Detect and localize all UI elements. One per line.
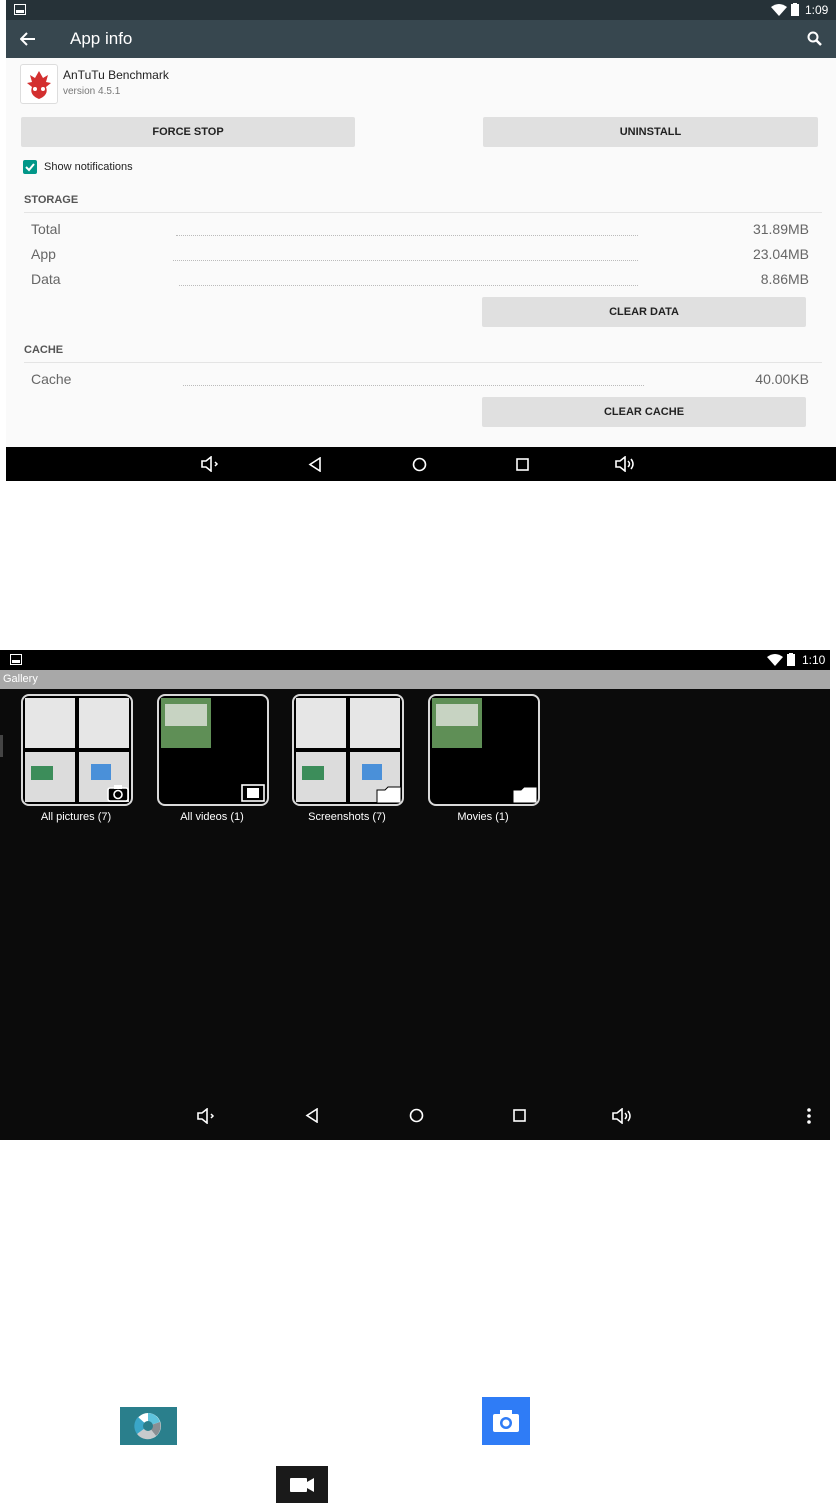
force-stop-button[interactable]: FORCE STOP [21,117,355,147]
page-title: App info [70,29,133,48]
divider [24,362,822,363]
back-icon[interactable] [308,457,322,472]
divider [24,212,822,213]
camera-icon [107,785,129,802]
album-label: All pictures (7) [40,811,112,823]
app-version: version 4.5.1 [63,86,121,97]
gallery-title: Gallery [3,673,38,685]
cache-label: Cache [31,371,72,387]
album-movies[interactable] [428,694,540,806]
volume-up-icon[interactable] [611,1108,635,1124]
antutu-app-icon [20,64,58,104]
recent-apps-icon[interactable] [516,458,529,471]
battery-icon [787,653,795,666]
navigation-bar [0,1100,830,1140]
home-icon[interactable] [409,1108,424,1123]
album-label: All videos (1) [180,811,244,823]
album-screenshots[interactable] [292,694,404,806]
storage-data-label: Data [31,271,61,287]
gallery-screen: 1:10 Gallery All pictures (7) All videos… [0,650,830,1140]
wifi-icon [767,654,783,666]
uninstall-button[interactable]: UNINSTALL [483,117,818,147]
folder-icon [376,786,402,804]
check-icon [25,163,35,172]
notifications-checkbox[interactable] [23,160,37,174]
video-camera-app-icon[interactable] [276,1466,328,1503]
volume-down-icon[interactable] [196,1108,218,1124]
status-bar: 1:10 [0,650,830,670]
status-time: 1:09 [805,3,829,17]
image-notification-icon [14,4,26,15]
app-info-screen: 1:09 App info AnTuTu Benchmark version 4… [6,0,836,481]
storage-total-label: Total [31,221,61,237]
dotted-leader [179,284,638,286]
wifi-icon [771,4,787,16]
app-name: AnTuTu Benchmark [63,68,169,82]
scroll-indicator [0,735,3,757]
album-label: Movies (1) [457,811,509,823]
recent-apps-icon[interactable] [513,1109,526,1122]
film-icon [241,784,265,802]
storage-data-value: 8.86MB [760,271,809,287]
clear-data-button[interactable]: CLEAR DATA [482,297,806,327]
volume-up-icon[interactable] [614,456,638,472]
dotted-leader [183,384,644,386]
back-arrow-icon[interactable] [20,31,36,47]
gallery-app-icon[interactable] [120,1407,177,1445]
navigation-bar [6,447,836,481]
folder-icon [512,786,538,804]
image-notification-icon [10,654,22,665]
album-label: Screenshots (7) [308,811,386,823]
camera-app-icon[interactable] [482,1397,530,1445]
album-all-videos[interactable] [157,694,269,806]
status-time: 1:10 [802,653,826,667]
overflow-menu-icon[interactable] [806,1107,812,1125]
volume-down-icon[interactable] [200,456,222,472]
status-bar: 1:09 [6,0,836,20]
cache-value: 40.00KB [755,371,809,387]
cache-header: CACHE [24,344,64,356]
home-icon[interactable] [412,457,427,472]
clear-cache-button[interactable]: CLEAR CACHE [482,397,806,427]
storage-header: STORAGE [24,194,79,206]
battery-icon [791,3,799,16]
dotted-leader [176,234,638,236]
app-bar: App info [6,20,836,58]
storage-app-label: App [31,246,56,262]
album-all-pictures[interactable] [21,694,133,806]
storage-app-value: 23.04MB [752,246,809,262]
notifications-label: Show notifications [44,161,133,173]
search-icon[interactable] [807,31,823,47]
gallery-title-bar: Gallery [0,670,830,689]
dotted-leader [173,259,638,261]
back-icon[interactable] [305,1108,319,1123]
storage-total-value: 31.89MB [752,221,809,237]
